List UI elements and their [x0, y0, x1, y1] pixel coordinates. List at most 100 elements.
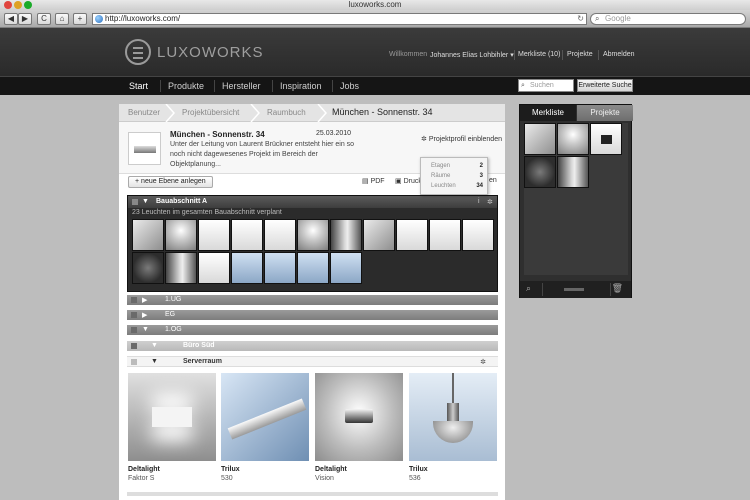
search-icon[interactable]: ⌕	[526, 283, 531, 294]
refresh-icon[interactable]: ↻	[577, 14, 584, 24]
level-row-1ug[interactable]: ▶ 1.UG	[127, 295, 498, 305]
triangle-down-icon[interactable]: ▼	[151, 342, 158, 349]
drag-handle-icon[interactable]	[131, 343, 137, 349]
merkliste-item[interactable]	[524, 156, 556, 188]
tab-merkliste[interactable]: Merkliste	[520, 105, 576, 121]
browser-search-input[interactable]: ⌕ Google	[590, 13, 746, 25]
product-brand: Trilux	[409, 466, 428, 473]
logout-link[interactable]: Abmelden	[603, 51, 635, 58]
more-action[interactable]: en	[489, 177, 497, 184]
merkliste-item[interactable]	[557, 156, 589, 188]
product-card[interactable]: Trilux 530	[221, 373, 309, 482]
product-card[interactable]: Deltalight Vision	[315, 373, 403, 482]
merkliste-item[interactable]	[557, 123, 589, 155]
product-brand: Deltalight	[315, 466, 347, 473]
nav-jobs[interactable]: Jobs	[340, 81, 359, 91]
gear-icon[interactable]: ✲	[487, 198, 493, 206]
luminaire-thumbnail[interactable]	[462, 219, 494, 251]
triangle-down-icon[interactable]: ▼	[151, 358, 158, 365]
breadcrumb-projektuebersicht[interactable]: Projektübersicht	[182, 108, 239, 117]
luminaire-thumbnail[interactable]	[198, 252, 230, 284]
trash-icon[interactable]: 🗑	[612, 283, 623, 294]
level-label: EG	[165, 311, 176, 318]
gear-icon[interactable]: ✲	[480, 358, 486, 366]
drag-handle-icon[interactable]	[131, 312, 137, 318]
luminaire-thumbnail[interactable]	[330, 252, 362, 284]
product-card[interactable]: Trilux 536	[409, 373, 497, 482]
merkliste-link[interactable]: Merkliste (10)	[518, 51, 560, 58]
zoom-window-icon[interactable]	[24, 1, 32, 9]
home-button[interactable]: ⌂	[55, 13, 69, 25]
luminaire-thumbnail[interactable]	[264, 252, 296, 284]
merkliste-item[interactable]	[590, 123, 622, 155]
luminaire-thumbnail[interactable]	[132, 252, 164, 284]
advanced-search-button[interactable]: Erweiterte Suche	[577, 79, 633, 92]
triangle-right-icon[interactable]: ▶	[142, 296, 147, 304]
info-icon[interactable]: i	[478, 198, 480, 205]
projekte-link[interactable]: Projekte	[567, 51, 593, 58]
address-bar[interactable]: http://luxoworks.com/ ↻	[92, 13, 587, 25]
project-thumbnail[interactable]	[128, 132, 161, 165]
product-image[interactable]	[221, 373, 309, 461]
luminaire-thumbnail[interactable]	[297, 252, 329, 284]
nav-produkte[interactable]: Produkte	[168, 81, 204, 91]
printer-icon: ▣	[395, 178, 402, 185]
luminaire-thumbnail[interactable]	[198, 219, 230, 251]
drag-handle-icon[interactable]	[132, 199, 138, 205]
project-title: München - Sonnenstr. 34	[170, 130, 265, 139]
luminaire-thumbnail[interactable]	[132, 219, 164, 251]
add-bookmark-button[interactable]: +	[73, 13, 87, 25]
product-image[interactable]	[409, 373, 497, 461]
nav-inspiration[interactable]: Inspiration	[280, 81, 322, 91]
resize-handle[interactable]	[564, 288, 584, 291]
document-icon: ▤	[362, 178, 369, 185]
luminaire-thumbnail[interactable]	[396, 219, 428, 251]
merkliste-item[interactable]	[524, 123, 556, 155]
luminaire-thumbnail[interactable]	[165, 252, 197, 284]
tab-projekte[interactable]: Projekte	[577, 105, 633, 121]
stat-label: Etagen	[431, 163, 451, 169]
new-level-button[interactable]: + neue Ebene anlegen	[128, 176, 213, 188]
triangle-right-icon[interactable]: ▶	[142, 311, 147, 319]
luminaire-thumbnail[interactable]	[429, 219, 461, 251]
room-row-serverraum[interactable]: ▼ Serverraum ✲	[127, 356, 498, 367]
level-row-1og[interactable]: ▼ 1.OG	[127, 325, 498, 335]
reload-button[interactable]: C	[37, 13, 51, 25]
forward-button[interactable]: ▶	[18, 13, 32, 25]
print-button[interactable]: ▣ Druck	[395, 177, 422, 185]
nav-hersteller[interactable]: Hersteller	[222, 81, 261, 91]
globe-icon	[95, 15, 103, 23]
product-name: Faktor S	[128, 475, 155, 482]
product-image[interactable]	[128, 373, 216, 461]
drag-handle-icon[interactable]	[131, 297, 137, 303]
close-window-icon[interactable]	[4, 1, 12, 9]
luminaire-thumbnail[interactable]	[330, 219, 362, 251]
triangle-down-icon[interactable]: ▼	[142, 198, 149, 205]
drag-handle-icon[interactable]	[131, 359, 137, 365]
merkliste-tabs: Merkliste Projekte	[520, 105, 633, 121]
product-card[interactable]: Deltalight Faktor S	[128, 373, 216, 482]
nav-start[interactable]: Start	[129, 81, 148, 91]
user-menu[interactable]: Johannes Elias Lohbihler ▾	[430, 51, 514, 59]
luminaire-thumbnail[interactable]	[165, 219, 197, 251]
luminaire-thumbnail[interactable]	[231, 252, 263, 284]
project-profile-toggle[interactable]: ✲ Projektprofil einblenden	[421, 135, 502, 143]
luminaire-thumbnail[interactable]	[297, 219, 329, 251]
luminaire-thumbnail[interactable]	[231, 219, 263, 251]
section-header[interactable]: ▼ Bauabschnitt A i ✲	[128, 196, 497, 208]
back-button[interactable]: ◀	[4, 13, 18, 25]
drag-handle-icon[interactable]	[131, 327, 137, 333]
product-image[interactable]	[315, 373, 403, 461]
minimize-window-icon[interactable]	[14, 1, 22, 9]
logo[interactable]: LUXOWORKS	[125, 37, 264, 67]
site-search-input[interactable]: ⌕ Suchen	[518, 79, 574, 92]
browser-toolbar: ◀ ▶ C ⌂ + http://luxoworks.com/ ↻ ⌕ Goog…	[0, 10, 750, 28]
luminaire-thumbnail[interactable]	[264, 219, 296, 251]
pdf-button[interactable]: ▤ PDF	[362, 177, 385, 185]
breadcrumb-raumbuch[interactable]: Raumbuch	[267, 108, 306, 117]
room-group-row[interactable]: ▼ Büro Süd	[127, 341, 498, 351]
luminaire-thumbnail[interactable]	[363, 219, 395, 251]
triangle-down-icon[interactable]: ▼	[142, 326, 149, 333]
level-row-eg[interactable]: ▶ EG	[127, 310, 498, 320]
breadcrumb-benutzer[interactable]: Benutzer	[128, 108, 160, 117]
